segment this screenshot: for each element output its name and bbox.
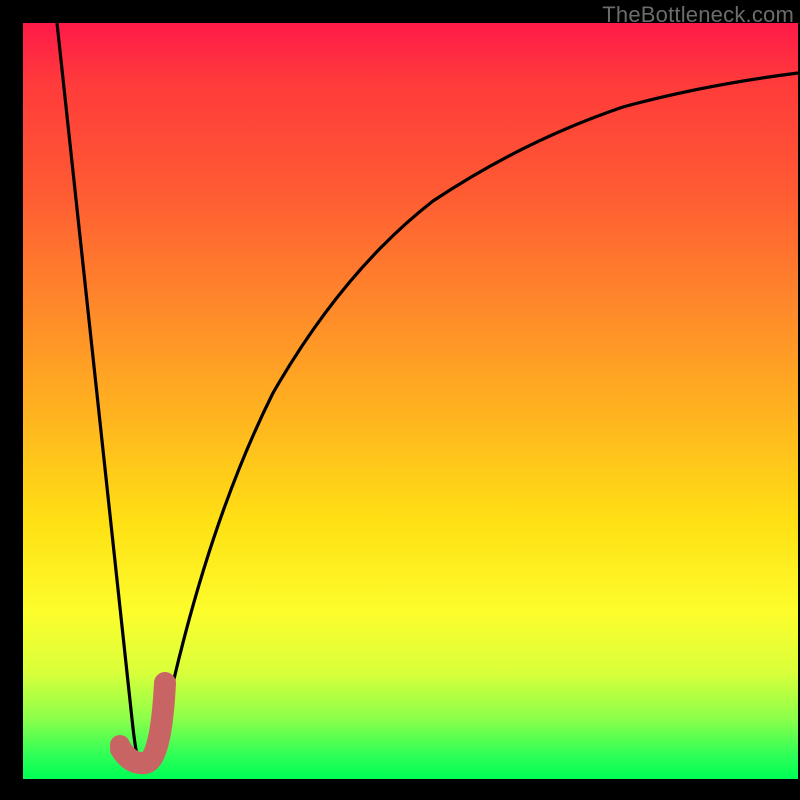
highlight-dot xyxy=(110,735,130,755)
chart-frame: TheBottleneck.com xyxy=(0,0,800,800)
chart-curve-layer xyxy=(23,23,798,779)
watermark-text: TheBottleneck.com xyxy=(602,2,794,28)
bottleneck-curve xyxy=(57,23,798,767)
chart-plot-area xyxy=(23,23,798,779)
